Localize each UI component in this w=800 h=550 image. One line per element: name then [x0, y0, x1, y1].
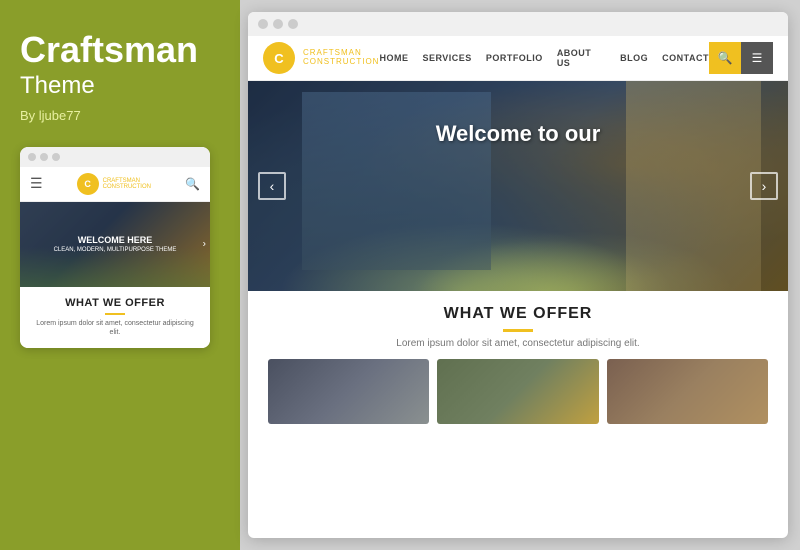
desktop-hero-arrow-left[interactable]: ‹: [258, 172, 286, 200]
nav-link-contact[interactable]: CONTACT: [662, 53, 709, 63]
left-arrow-icon: ‹: [270, 178, 275, 194]
desktop-offer-title: WHAT WE OFFER: [268, 305, 768, 323]
desktop-window: C CRAFTSMAN CONSTRUCTION HOME SERVICES P…: [248, 12, 788, 538]
nav-link-about[interactable]: ABOUT US: [557, 48, 606, 68]
mobile-offer-divider: [105, 313, 125, 315]
search-icon: 🔍: [718, 51, 733, 65]
right-panel: C CRAFTSMAN CONSTRUCTION HOME SERVICES P…: [240, 0, 800, 550]
desktop-top-bar: [248, 12, 788, 36]
desktop-menu-button[interactable]: ☰: [741, 42, 773, 74]
desktop-dot-2: [273, 19, 283, 29]
desktop-logo: C CRAFTSMAN CONSTRUCTION: [263, 42, 379, 74]
nav-link-services[interactable]: SERVICES: [422, 53, 471, 63]
offer-image-1: [268, 359, 429, 424]
nav-link-blog[interactable]: BLOG: [620, 53, 648, 63]
desktop-logo-text: CRAFTSMAN CONSTRUCTION: [303, 49, 379, 67]
mobile-hamburger-icon[interactable]: ☰: [30, 175, 43, 192]
desktop-dot-3: [288, 19, 298, 29]
right-arrow-icon: ›: [762, 178, 767, 194]
mobile-dot-1: [28, 153, 36, 161]
mobile-top-bar: [20, 147, 210, 167]
offer-image-3: [607, 359, 768, 424]
mobile-nav: ☰ C CRAFTSMAN CONSTRUCTION 🔍: [20, 167, 210, 202]
desktop-offer-text: Lorem ipsum dolor sit amet, consectetur …: [268, 338, 768, 349]
theme-author: By ljube77: [20, 108, 220, 123]
mobile-offer-section: WHAT WE OFFER Lorem ipsum dolor sit amet…: [20, 287, 210, 349]
desktop-search-button[interactable]: 🔍: [709, 42, 741, 74]
mobile-dot-3: [52, 153, 60, 161]
desktop-hero-arrow-right[interactable]: ›: [750, 172, 778, 200]
desktop-offer-images: [268, 359, 768, 424]
theme-subtitle: Theme: [20, 72, 220, 100]
building-overlay: [248, 81, 788, 291]
desktop-nav-links: HOME SERVICES PORTFOLIO ABOUT US BLOG CO…: [379, 48, 709, 68]
offer-image-2: [437, 359, 598, 424]
desktop-offer-divider: [503, 329, 533, 332]
mobile-preview: ☰ C CRAFTSMAN CONSTRUCTION 🔍 WELCOME HER…: [20, 147, 210, 349]
mobile-hero-arrow[interactable]: ›: [203, 239, 206, 250]
desktop-nav-icons: 🔍 ☰: [709, 42, 773, 74]
mobile-offer-text: Lorem ipsum dolor sit amet, consectetur …: [30, 319, 200, 339]
desktop-hero: Welcome to our ‹ ›: [248, 81, 788, 291]
mobile-dot-2: [40, 153, 48, 161]
desktop-hero-text: Welcome to our: [248, 121, 788, 147]
theme-title: Craftsman: [20, 30, 220, 70]
desktop-nav: C CRAFTSMAN CONSTRUCTION HOME SERVICES P…: [248, 36, 788, 81]
desktop-offer-section: WHAT WE OFFER Lorem ipsum dolor sit amet…: [248, 291, 788, 434]
mobile-logo-circle: C: [77, 173, 99, 195]
mobile-hero: WELCOME HERE CLEAN, MODERN, MULTIPURPOSE…: [20, 202, 210, 287]
menu-icon: ☰: [752, 51, 763, 65]
mobile-search-icon[interactable]: 🔍: [185, 177, 200, 191]
nav-link-portfolio[interactable]: PORTFOLIO: [486, 53, 543, 63]
mobile-logo-text: CRAFTSMAN CONSTRUCTION: [103, 178, 151, 190]
mobile-hero-text: WELCOME HERE CLEAN, MODERN, MULTIPURPOSE…: [54, 235, 177, 253]
mobile-logo: C CRAFTSMAN CONSTRUCTION: [77, 173, 151, 195]
left-panel: Craftsman Theme By ljube77 ☰ C CRAFTSMAN…: [0, 0, 240, 550]
mobile-offer-title: WHAT WE OFFER: [30, 297, 200, 309]
desktop-logo-circle: C: [263, 42, 295, 74]
nav-link-home[interactable]: HOME: [379, 53, 408, 63]
desktop-dot-1: [258, 19, 268, 29]
